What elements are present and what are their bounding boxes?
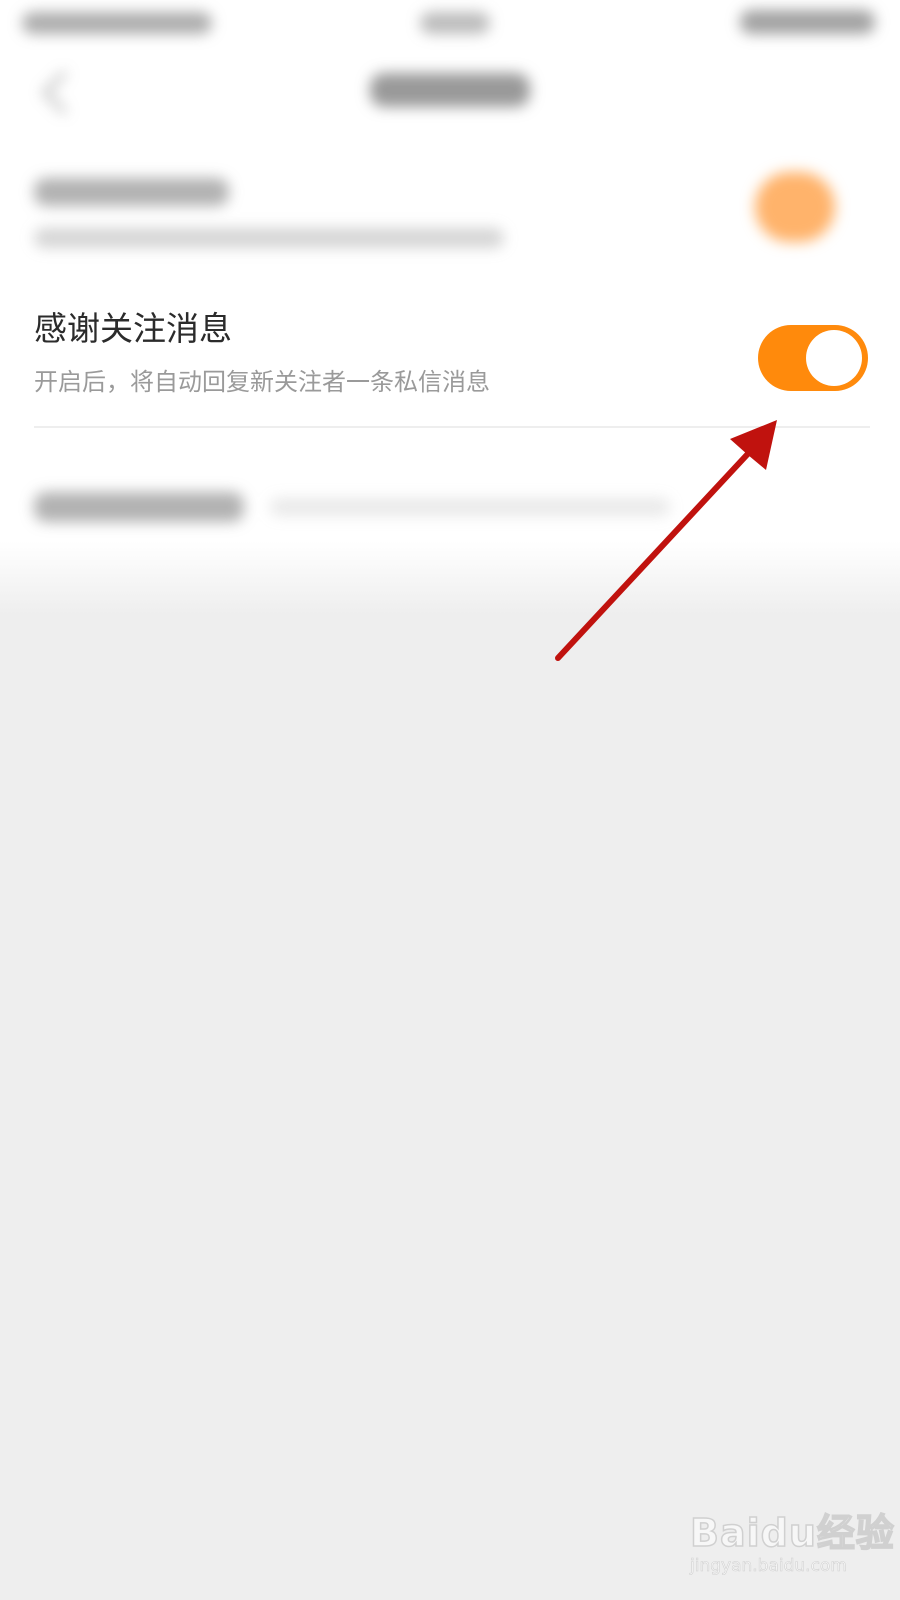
status-bar-left-blurred [22,12,212,34]
setting-title-blurred [34,178,229,206]
setting-desc-blurred [270,498,670,516]
back-arrow-icon[interactable] [41,70,86,115]
watermark-logo: Baidu经验 [689,1510,895,1556]
screen: 感谢关注消息 开启后，将自动回复新关注者一条私信消息 Baidu经验 jingy… [0,0,900,1600]
status-bar-center-blurred [420,12,490,34]
toggle-switch-blurred [755,172,835,242]
setting-row-blurred-bottom [0,470,900,550]
page-title-blurred [370,73,530,107]
setting-title: 感谢关注消息 [34,309,232,348]
setting-description: 开启后，将自动回复新关注者一条私信消息 [34,368,490,396]
setting-title-blurred [34,492,244,522]
row-divider [34,426,870,428]
setting-row-thanks-message: 感谢关注消息 开启后，将自动回复新关注者一条私信消息 [0,290,900,430]
nav-header [0,55,900,130]
baidu-jingyan-watermark: Baidu经验 jingyan.baidu.com [688,1500,894,1590]
settings-panel: 感谢关注消息 开启后，将自动回复新关注者一条私信消息 [0,0,900,615]
status-bar-right-blurred [740,10,875,34]
watermark-url: jingyan.baidu.com [690,1556,847,1577]
setting-row-blurred-top [0,150,900,280]
status-bar [0,0,900,50]
toggle-knob [806,330,862,386]
thanks-message-toggle[interactable] [758,325,868,391]
setting-desc-blurred [34,228,504,248]
